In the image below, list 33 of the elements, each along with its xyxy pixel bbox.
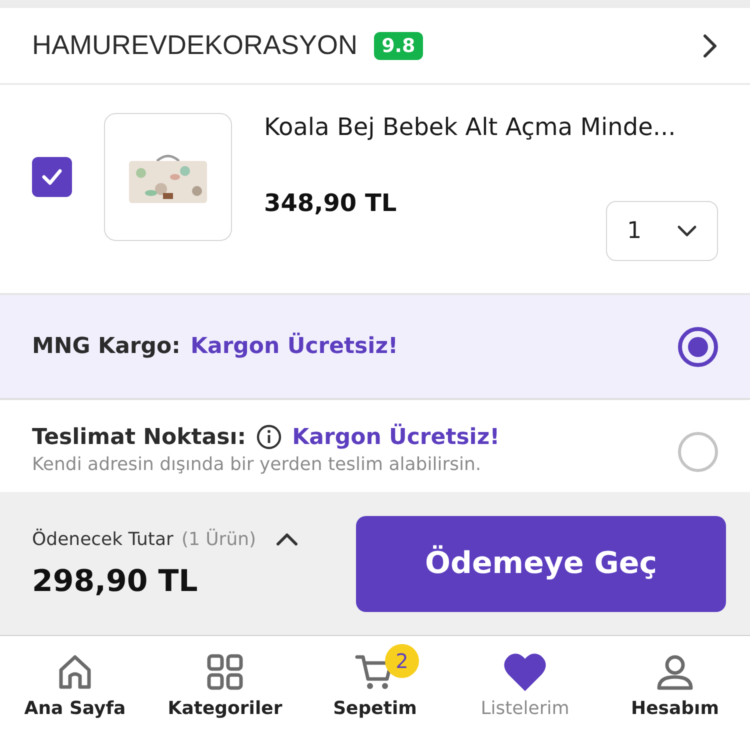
cart-count-badge: 2 bbox=[385, 644, 419, 678]
nav-tab[interactable]: Hesabım bbox=[600, 636, 750, 735]
radio-button[interactable] bbox=[678, 326, 718, 366]
shipping-offer: Kargon Ücretsiz! bbox=[190, 334, 398, 359]
chevron-right-icon[interactable] bbox=[702, 32, 718, 58]
shipping-label: Teslimat Noktası: bbox=[32, 424, 246, 450]
shipping-label: MNG Kargo: bbox=[32, 334, 180, 359]
nav-tab[interactable]: Ana Sayfa bbox=[0, 636, 150, 735]
checkout-button[interactable]: Ödemeye Geç bbox=[356, 516, 726, 612]
shipping-offer: Kargon Ücretsiz! bbox=[292, 424, 500, 450]
chevron-up-icon[interactable] bbox=[276, 532, 298, 546]
shipping-option[interactable]: Teslimat Noktası: Kargon Ücretsiz! Kendi adresin dışında bir yerden teslim alabilirsin. bbox=[0, 400, 750, 492]
shipping-note: Kendi adresin dışında bir yerden teslim alabilirsin. bbox=[32, 454, 482, 475]
product-thumbnail[interactable] bbox=[104, 113, 232, 241]
shipping-option[interactable]: MNG Kargo: Kargon Ücretsiz! bbox=[0, 295, 750, 400]
product-title[interactable]: Koala Bej Bebek Alt Açma Minde... bbox=[264, 113, 676, 141]
grid-icon bbox=[206, 653, 244, 691]
nav-tab[interactable]: Kategoriler bbox=[150, 636, 300, 735]
seller-name[interactable]: HAMUREVDEKORASYON bbox=[32, 30, 358, 61]
heart-icon bbox=[504, 653, 546, 691]
nav-tab[interactable]: 2 Sepetim bbox=[300, 636, 450, 735]
chevron-down-icon bbox=[677, 225, 697, 237]
total-label: Ödenecek Tutar bbox=[32, 528, 174, 550]
rating-badge: 9.8 bbox=[374, 32, 424, 60]
check-icon bbox=[40, 167, 64, 187]
radio-button[interactable] bbox=[678, 432, 718, 472]
total-amount: 298,90 TL bbox=[32, 564, 199, 598]
item-count: (1 Ürün) bbox=[181, 528, 256, 550]
quantity-dropdown[interactable]: 1 bbox=[606, 201, 718, 261]
user-icon bbox=[656, 653, 694, 691]
product-price: 348,90 TL bbox=[264, 189, 398, 217]
info-icon[interactable] bbox=[256, 424, 282, 450]
checkbox[interactable] bbox=[32, 157, 72, 197]
